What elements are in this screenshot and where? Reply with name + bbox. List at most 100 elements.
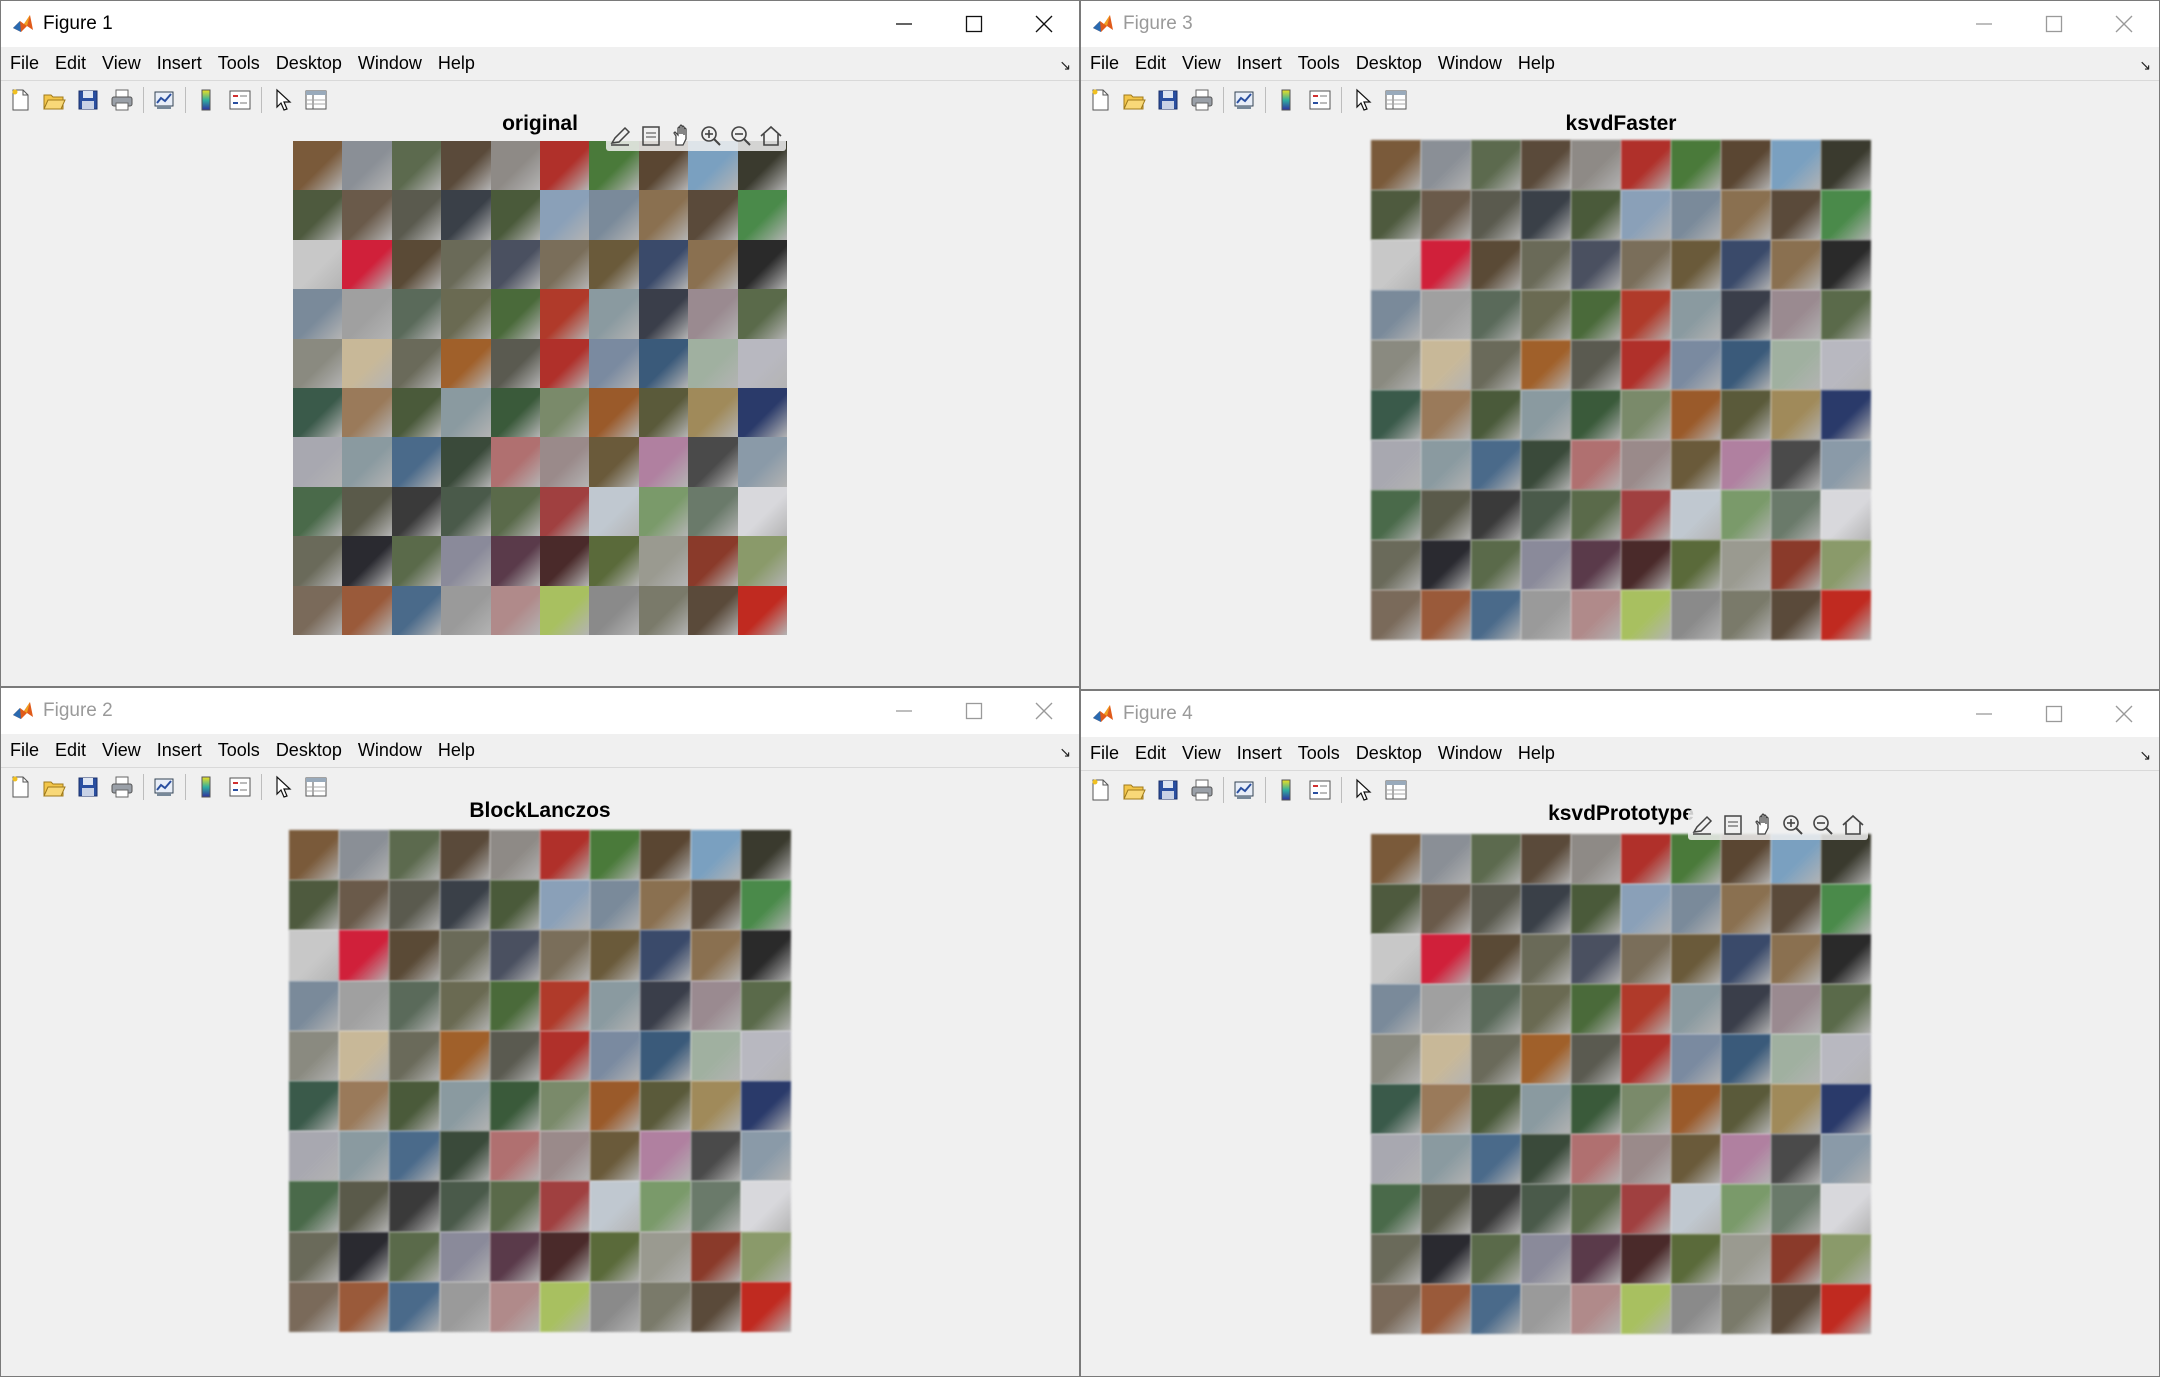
insert-colorbar-icon[interactable] [193, 87, 219, 113]
new-figure-icon[interactable] [1087, 87, 1113, 113]
open-file-icon[interactable] [41, 87, 67, 113]
menu-help[interactable]: Help [430, 47, 483, 80]
menu-file[interactable]: File [1, 734, 47, 767]
image-montage[interactable] [293, 141, 787, 635]
menu-insert[interactable]: Insert [149, 47, 210, 80]
zoom-out-icon[interactable] [1810, 812, 1836, 838]
menu-tools[interactable]: Tools [210, 47, 268, 80]
edit-plot-icon[interactable] [269, 774, 295, 800]
brush-icon[interactable] [608, 123, 634, 149]
edit-plot-icon[interactable] [269, 87, 295, 113]
link-plot-icon[interactable] [151, 774, 177, 800]
menu-view[interactable]: View [1174, 737, 1229, 770]
menu-desktop[interactable]: Desktop [268, 734, 350, 767]
zoom-in-icon[interactable] [1780, 812, 1806, 838]
print-icon[interactable] [1189, 87, 1215, 113]
menu-help[interactable]: Help [1510, 737, 1563, 770]
open-file-icon[interactable] [41, 774, 67, 800]
property-inspector-icon[interactable] [1383, 777, 1409, 803]
print-icon[interactable] [109, 774, 135, 800]
menu-window[interactable]: Window [1430, 737, 1510, 770]
title-bar[interactable]: Figure 3 [1081, 1, 2159, 48]
maximize-button[interactable] [2019, 1, 2089, 47]
open-file-icon[interactable] [1121, 87, 1147, 113]
figure-canvas[interactable]: original [1, 112, 1079, 686]
title-bar[interactable]: Figure 2 [1, 688, 1079, 735]
save-icon[interactable] [75, 774, 101, 800]
print-icon[interactable] [109, 87, 135, 113]
menu-file[interactable]: File [1, 47, 47, 80]
image-montage[interactable] [1371, 834, 1871, 1334]
menu-window[interactable]: Window [1430, 47, 1510, 80]
menu-file[interactable]: File [1081, 737, 1127, 770]
dock-figure-icon[interactable]: ↘ [2139, 747, 2151, 764]
menu-edit[interactable]: Edit [47, 47, 94, 80]
menu-desktop[interactable]: Desktop [268, 47, 350, 80]
edit-plot-icon[interactable] [1349, 87, 1375, 113]
menu-file[interactable]: File [1081, 47, 1127, 80]
insert-colorbar-icon[interactable] [1273, 87, 1299, 113]
edit-plot-icon[interactable] [1349, 777, 1375, 803]
save-icon[interactable] [1155, 87, 1181, 113]
close-button[interactable] [1009, 1, 1079, 47]
new-figure-icon[interactable] [1087, 777, 1113, 803]
figure-canvas[interactable]: BlockLanczos [1, 799, 1079, 1376]
image-montage[interactable] [1371, 140, 1871, 640]
brush-icon[interactable] [1690, 812, 1716, 838]
close-button[interactable] [2089, 691, 2159, 737]
minimize-button[interactable] [869, 1, 939, 47]
insert-legend-icon[interactable] [227, 87, 253, 113]
dock-figure-icon[interactable]: ↘ [1059, 744, 1071, 761]
zoom-out-icon[interactable] [728, 123, 754, 149]
menu-view[interactable]: View [94, 734, 149, 767]
close-button[interactable] [1009, 688, 1079, 734]
restore-view-icon[interactable] [1840, 812, 1866, 838]
dock-figure-icon[interactable]: ↘ [1059, 57, 1071, 74]
menu-window[interactable]: Window [350, 47, 430, 80]
menu-desktop[interactable]: Desktop [1348, 737, 1430, 770]
property-inspector-icon[interactable] [1383, 87, 1409, 113]
print-icon[interactable] [1189, 777, 1215, 803]
image-montage[interactable] [289, 830, 791, 1332]
property-inspector-icon[interactable] [303, 774, 329, 800]
insert-colorbar-icon[interactable] [193, 774, 219, 800]
insert-legend-icon[interactable] [1307, 777, 1333, 803]
menu-help[interactable]: Help [1510, 47, 1563, 80]
zoom-in-icon[interactable] [698, 123, 724, 149]
menu-desktop[interactable]: Desktop [1348, 47, 1430, 80]
menu-tools[interactable]: Tools [1290, 47, 1348, 80]
menu-insert[interactable]: Insert [149, 734, 210, 767]
insert-legend-icon[interactable] [227, 774, 253, 800]
maximize-button[interactable] [939, 1, 1009, 47]
insert-colorbar-icon[interactable] [1273, 777, 1299, 803]
new-figure-icon[interactable] [7, 87, 33, 113]
new-figure-icon[interactable] [7, 774, 33, 800]
menu-insert[interactable]: Insert [1229, 47, 1290, 80]
menu-edit[interactable]: Edit [1127, 47, 1174, 80]
minimize-button[interactable] [1949, 1, 2019, 47]
data-tips-icon[interactable] [638, 123, 664, 149]
property-inspector-icon[interactable] [303, 87, 329, 113]
link-plot-icon[interactable] [1231, 777, 1257, 803]
minimize-button[interactable] [1949, 691, 2019, 737]
menu-edit[interactable]: Edit [1127, 737, 1174, 770]
restore-view-icon[interactable] [758, 123, 784, 149]
close-button[interactable] [2089, 1, 2159, 47]
menu-edit[interactable]: Edit [47, 734, 94, 767]
menu-view[interactable]: View [1174, 47, 1229, 80]
dock-figure-icon[interactable]: ↘ [2139, 57, 2151, 74]
figure-canvas[interactable]: ksvdFaster [1081, 112, 2159, 689]
figure-canvas[interactable]: ksvdPrototype [1081, 802, 2159, 1376]
insert-legend-icon[interactable] [1307, 87, 1333, 113]
open-file-icon[interactable] [1121, 777, 1147, 803]
maximize-button[interactable] [2019, 691, 2089, 737]
save-icon[interactable] [75, 87, 101, 113]
title-bar[interactable]: Figure 1 [1, 1, 1079, 48]
save-icon[interactable] [1155, 777, 1181, 803]
menu-view[interactable]: View [94, 47, 149, 80]
link-plot-icon[interactable] [151, 87, 177, 113]
minimize-button[interactable] [869, 688, 939, 734]
link-plot-icon[interactable] [1231, 87, 1257, 113]
maximize-button[interactable] [939, 688, 1009, 734]
pan-icon[interactable] [1750, 812, 1776, 838]
